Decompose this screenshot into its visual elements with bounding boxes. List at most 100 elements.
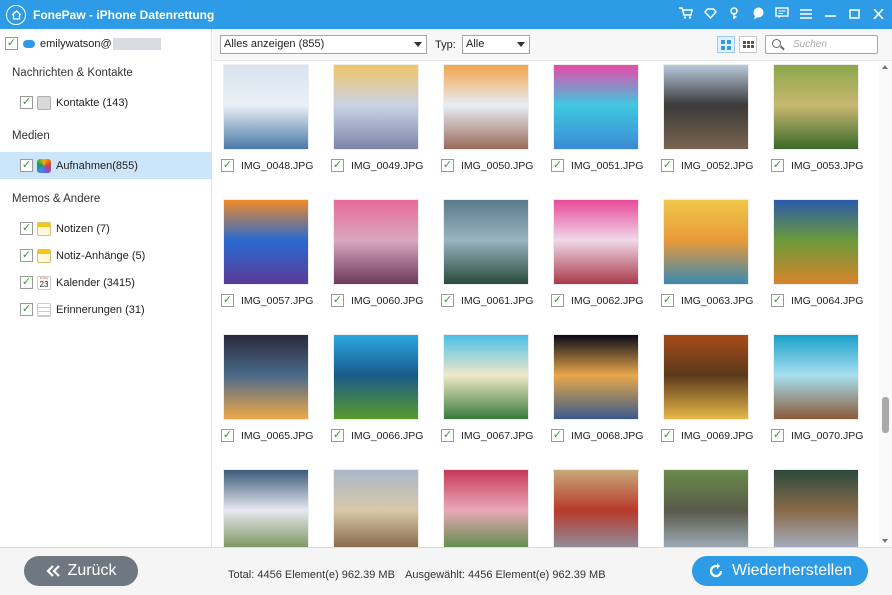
diamond-icon[interactable] <box>702 7 718 22</box>
photo-tile[interactable]: ✓ IMG_0069.JPG <box>654 334 753 442</box>
photo-thumbnail[interactable] <box>443 199 529 285</box>
photo-thumbnail[interactable] <box>333 64 419 150</box>
photo-checkbox[interactable]: ✓ <box>221 159 234 172</box>
small-grid-view-button[interactable] <box>739 36 757 53</box>
sidebar-item-photos[interactable]: ✓ Aufnahmen(855) <box>0 152 211 179</box>
photo-thumbnail[interactable] <box>443 334 529 420</box>
photo-checkbox[interactable]: ✓ <box>331 294 344 307</box>
photo-checkbox[interactable]: ✓ <box>661 429 674 442</box>
menu-icon[interactable] <box>798 8 814 22</box>
sidebar-checkbox[interactable]: ✓ <box>20 96 33 109</box>
photo-tile[interactable]: ✓ IMG_0060.JPG <box>324 199 423 307</box>
photo-thumbnail[interactable] <box>333 469 419 547</box>
photo-thumbnail[interactable] <box>663 64 749 150</box>
sidebar-checkbox[interactable]: ✓ <box>20 222 33 235</box>
back-button[interactable]: Zurück <box>24 556 138 586</box>
photo-checkbox[interactable]: ✓ <box>551 429 564 442</box>
scrollbar-thumb[interactable] <box>882 397 889 433</box>
photo-checkbox[interactable]: ✓ <box>771 159 784 172</box>
photo-thumbnail[interactable] <box>663 334 749 420</box>
photo-checkbox[interactable]: ✓ <box>771 429 784 442</box>
maximize-icon[interactable] <box>846 8 862 22</box>
photo-checkbox[interactable]: ✓ <box>661 159 674 172</box>
sidebar-checkbox[interactable]: ✓ <box>20 276 33 289</box>
photo-thumbnail[interactable] <box>553 199 639 285</box>
photo-tile[interactable]: ✓ IMG_0065.JPG <box>214 334 313 442</box>
sidebar-checkbox[interactable]: ✓ <box>20 159 33 172</box>
photo-tile[interactable]: ✓ IMG_0068.JPG <box>544 334 643 442</box>
photo-tile[interactable] <box>654 469 750 547</box>
photo-thumbnail[interactable] <box>223 469 309 547</box>
photo-thumbnail[interactable] <box>773 469 859 547</box>
chat-icon[interactable] <box>750 7 766 23</box>
photo-checkbox[interactable]: ✓ <box>661 294 674 307</box>
recover-button[interactable]: Wiederherstellen <box>692 556 868 586</box>
large-grid-view-button[interactable] <box>717 36 735 53</box>
photo-checkbox[interactable]: ✓ <box>441 294 454 307</box>
photo-thumbnail[interactable] <box>553 334 639 420</box>
scroll-down-icon[interactable] <box>882 539 888 543</box>
photo-tile[interactable]: ✓ IMG_0062.JPG <box>544 199 643 307</box>
photo-thumbnail[interactable] <box>663 199 749 285</box>
photo-checkbox[interactable]: ✓ <box>771 294 784 307</box>
photo-thumbnail[interactable] <box>333 334 419 420</box>
photo-checkbox[interactable]: ✓ <box>441 429 454 442</box>
photo-checkbox[interactable]: ✓ <box>221 429 234 442</box>
sidebar-checkbox[interactable]: ✓ <box>20 249 33 262</box>
photo-tile[interactable] <box>544 469 640 547</box>
photo-thumbnail[interactable] <box>773 334 859 420</box>
photo-thumbnail[interactable] <box>443 469 529 547</box>
feedback-icon[interactable] <box>774 7 790 22</box>
photo-checkbox[interactable]: ✓ <box>551 159 564 172</box>
photo-tile[interactable] <box>434 469 530 547</box>
type-dropdown[interactable]: Alle <box>462 35 530 54</box>
photo-thumbnail[interactable] <box>663 469 749 547</box>
close-icon[interactable] <box>870 7 886 22</box>
photo-checkbox[interactable]: ✓ <box>331 159 344 172</box>
photo-checkbox[interactable]: ✓ <box>551 294 564 307</box>
photo-checkbox[interactable]: ✓ <box>221 294 234 307</box>
photo-tile[interactable]: ✓ IMG_0049.JPG <box>324 64 423 172</box>
photo-tile[interactable]: ✓ IMG_0066.JPG <box>324 334 423 442</box>
sidebar-item-notes[interactable]: ✓ Notizen (7) <box>0 215 211 242</box>
minimize-icon[interactable] <box>822 8 838 22</box>
photo-tile[interactable]: ✓ IMG_0050.JPG <box>434 64 533 172</box>
photo-tile[interactable]: ✓ IMG_0070.JPG <box>764 334 863 442</box>
photo-thumbnail[interactable] <box>443 64 529 150</box>
photo-tile[interactable] <box>764 469 860 547</box>
photo-tile[interactable]: ✓ IMG_0051.JPG <box>544 64 643 172</box>
sidebar-item-calendar[interactable]: ✓ Friday 23 Kalender (3415) <box>0 269 211 296</box>
key-icon[interactable] <box>726 6 742 23</box>
photo-tile[interactable]: ✓ IMG_0067.JPG <box>434 334 533 442</box>
photo-thumbnail[interactable] <box>553 64 639 150</box>
photo-thumbnail[interactable] <box>223 64 309 150</box>
sidebar-checkbox[interactable]: ✓ <box>20 303 33 316</box>
photo-checkbox[interactable]: ✓ <box>441 159 454 172</box>
home-icon[interactable] <box>6 4 26 25</box>
sidebar-item-reminders[interactable]: ✓ Erinnerungen (31) <box>0 296 211 323</box>
photo-tile[interactable] <box>214 469 310 547</box>
photo-tile[interactable]: ✓ IMG_0061.JPG <box>434 199 533 307</box>
photo-thumbnail[interactable] <box>333 199 419 285</box>
filter-dropdown[interactable]: Alles anzeigen (855) <box>220 35 427 54</box>
photo-tile[interactable]: ✓ IMG_0052.JPG <box>654 64 753 172</box>
photo-thumbnail[interactable] <box>223 334 309 420</box>
photo-thumbnail[interactable] <box>553 469 639 547</box>
photo-thumbnail[interactable] <box>773 199 859 285</box>
cart-icon[interactable] <box>678 7 694 22</box>
photo-checkbox[interactable]: ✓ <box>331 429 344 442</box>
sidebar-item-contacts[interactable]: ✓ Kontakte (143) <box>0 89 211 116</box>
photo-tile[interactable]: ✓ IMG_0048.JPG <box>214 64 313 172</box>
sidebar-item-note-attachments[interactable]: ✓ Notiz-Anhänge (5) <box>0 242 211 269</box>
photo-tile[interactable] <box>324 469 420 547</box>
photo-tile[interactable]: ✓ IMG_0064.JPG <box>764 199 863 307</box>
photo-thumbnail[interactable] <box>223 199 309 285</box>
vertical-scrollbar[interactable] <box>879 61 892 547</box>
photo-tile[interactable]: ✓ IMG_0053.JPG <box>764 64 863 172</box>
photo-thumbnail[interactable] <box>773 64 859 150</box>
photo-tile[interactable]: ✓ IMG_0063.JPG <box>654 199 753 307</box>
account-row[interactable]: ✓ emilywatson@ <box>0 29 211 58</box>
scroll-up-icon[interactable] <box>882 65 888 69</box>
account-checkbox[interactable]: ✓ <box>5 37 18 50</box>
photo-tile[interactable]: ✓ IMG_0057.JPG <box>214 199 313 307</box>
